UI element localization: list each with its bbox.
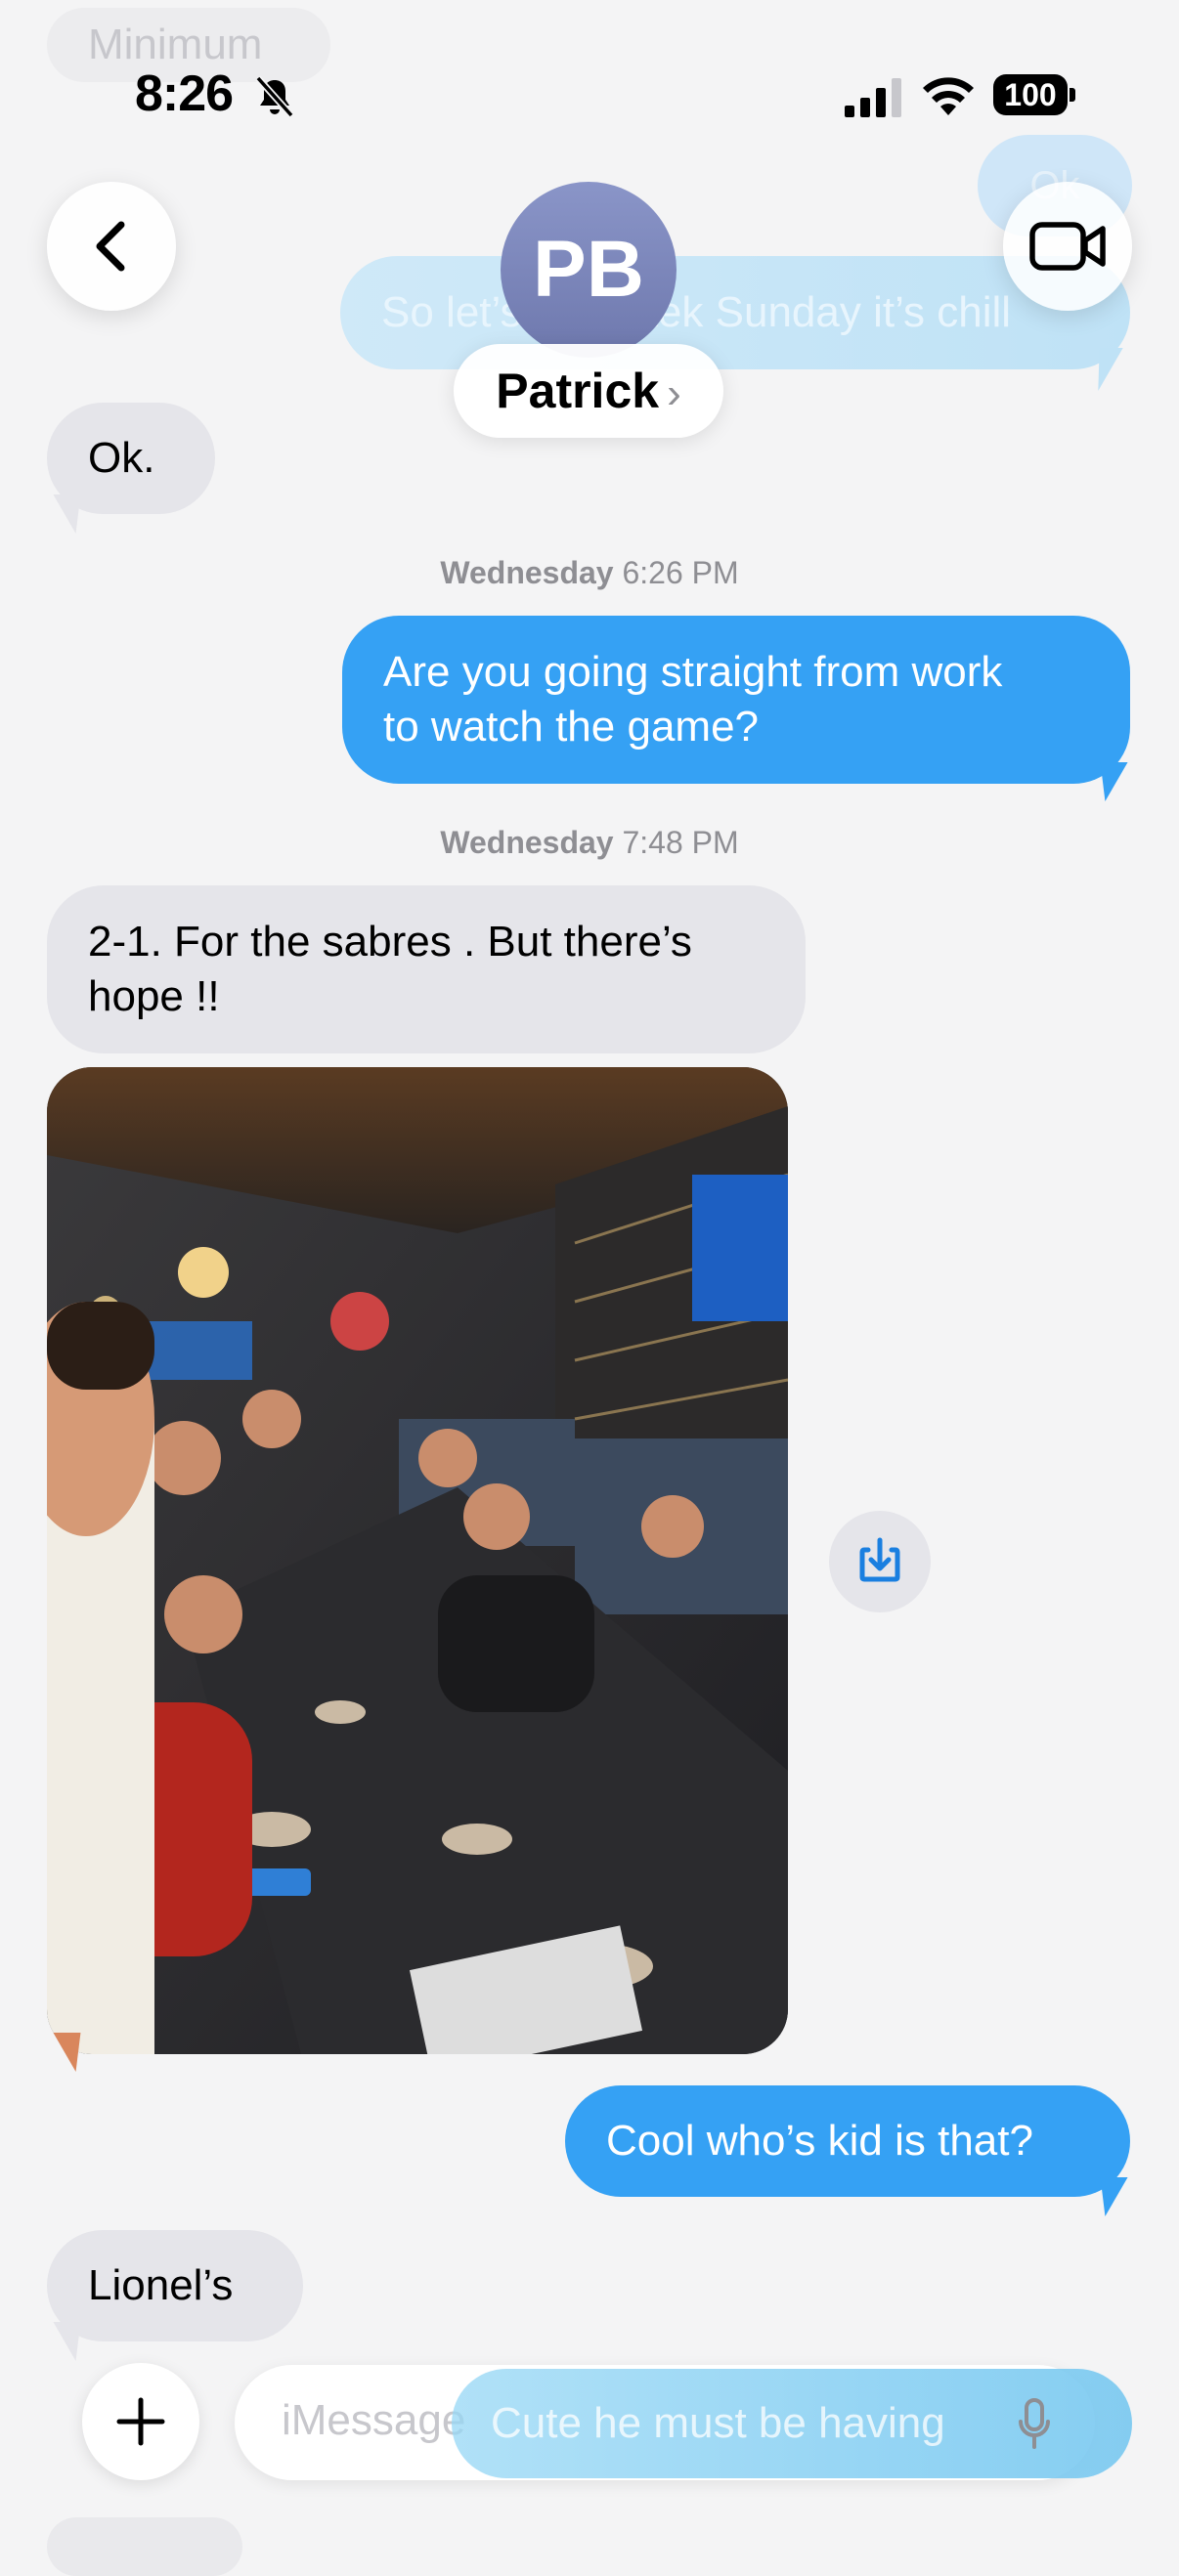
bell-slash-icon	[255, 75, 294, 118]
timestamp-time: 7:48 PM	[622, 825, 739, 860]
timestamp-day: Wednesday	[440, 555, 614, 590]
battery-icon: 100	[993, 74, 1075, 115]
video-call-button[interactable]	[1003, 182, 1132, 311]
restaurant-photo	[47, 1067, 788, 2054]
sent-message[interactable]: Cool who’s kid is that?	[565, 2085, 1130, 2197]
timestamp-time: 6:26 PM	[622, 555, 739, 590]
save-photo-button[interactable]	[829, 1511, 931, 1612]
received-message[interactable]: 2-1. For the sabres . But there’s hope !…	[47, 885, 806, 1053]
message-line: Are you going straight from work	[383, 648, 1003, 696]
chevron-right-icon: ›	[667, 369, 681, 417]
plus-icon	[116, 2397, 165, 2446]
message-line: 2-1. For the sabres . But there’s	[88, 918, 692, 966]
video-call-icon	[1029, 222, 1106, 271]
mic-icon[interactable]	[1015, 2394, 1054, 2453]
save-photo-icon	[859, 1537, 900, 1582]
ghost-received-message	[47, 2517, 242, 2576]
timestamp-day: Wednesday	[440, 825, 614, 860]
contact-name: Patrick	[496, 364, 660, 418]
wifi-icon	[923, 77, 974, 115]
contact-avatar[interactable]: PB	[501, 182, 677, 358]
back-chevron-icon	[96, 221, 125, 272]
sent-message[interactable]: Are you going straight from work to watc…	[342, 616, 1130, 784]
received-message[interactable]: Lionel’s	[47, 2230, 303, 2341]
message-input-placeholder: iMessage	[282, 2396, 466, 2444]
message-line: hope !!	[88, 972, 220, 1020]
battery-nub	[1070, 88, 1075, 102]
signal-icon	[845, 78, 901, 117]
status-time: 8:26	[135, 65, 234, 122]
battery-level: 100	[993, 74, 1068, 115]
message-line: to watch the game?	[383, 703, 760, 751]
add-attachment-button[interactable]	[82, 2363, 199, 2480]
photo-attachment[interactable]	[47, 1067, 788, 2054]
back-button[interactable]	[47, 182, 176, 311]
message-timestamp: Wednesday 7:48 PM	[0, 825, 1179, 861]
contact-name-button[interactable]: Patrick ›	[454, 344, 723, 438]
message-timestamp: Wednesday 6:26 PM	[0, 555, 1179, 591]
